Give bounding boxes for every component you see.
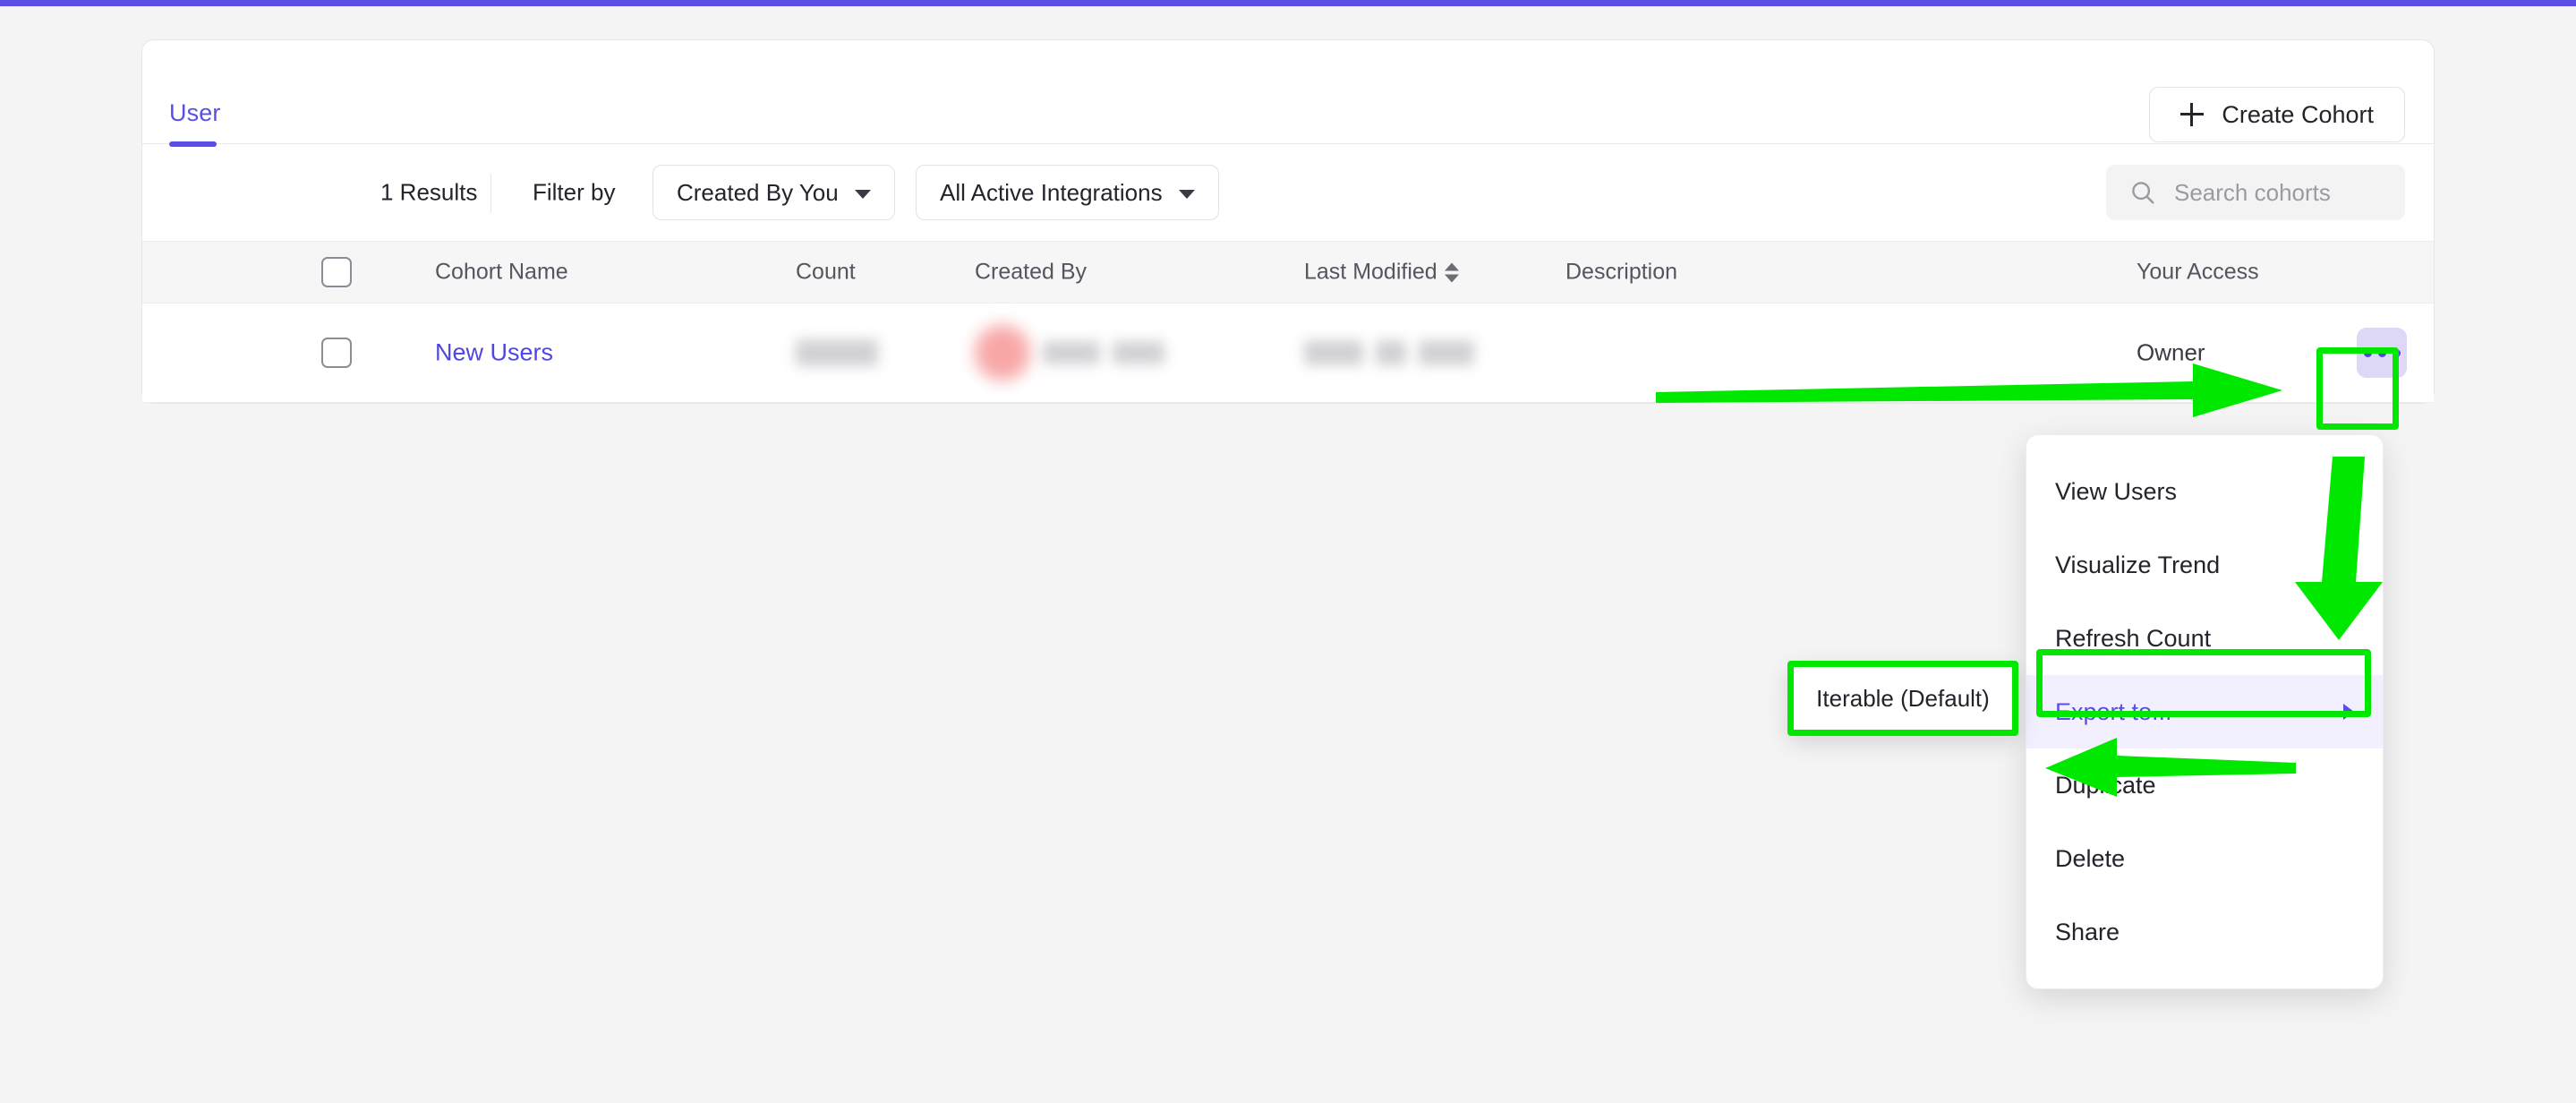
integrations-filter-label: All Active Integrations [940,178,1163,206]
cell-count-redacted [796,339,878,366]
menu-item-export-to-label: Export to... [2055,697,2172,725]
cell-cohort-name: New Users [435,339,553,367]
column-header-last-modified[interactable]: Last Modified [1304,260,1459,286]
ellipsis-icon [2363,348,2372,357]
column-header-description[interactable]: Description [1565,260,1677,286]
redacted-created-by-name [1043,341,1164,364]
chevron-down-icon [854,189,871,199]
filter-divider [490,175,491,212]
menu-item-refresh-count[interactable]: Refresh Count [2026,602,2383,675]
search-icon [2132,182,2154,204]
created-by-filter-label: Created By You [677,178,839,206]
redacted-last-modified-value [1304,340,1363,365]
cohorts-card: User Create Cohort 1 Results Filter by C… [141,39,2435,404]
menu-item-delete[interactable]: Delete [2026,822,2383,895]
create-cohort-button[interactable]: Create Cohort [2149,87,2405,142]
menu-item-view-users-label: View Users [2055,477,2178,505]
select-all-checkbox[interactable] [321,257,352,287]
select-all-checkbox-cell [321,257,352,287]
table-row[interactable]: New Users Owner [142,304,2434,403]
create-cohort-label: Create Cohort [2222,100,2374,128]
cell-last-modified-redacted [1304,340,1474,365]
menu-item-visualize-trend[interactable]: Visualize Trend [2026,528,2383,602]
filter-by-label: Filter by [533,178,616,206]
row-actions-context-menu: View Users Visualize Trend Refresh Count… [2026,434,2384,989]
plus-icon [2180,103,2205,126]
created-by-filter-pill[interactable]: Created By You [653,165,895,220]
menu-item-duplicate[interactable]: Duplicate [2026,748,2383,822]
ellipsis-actions-button[interactable] [2357,328,2407,378]
search-input[interactable]: Search cohorts [2106,165,2405,220]
avatar [975,325,1030,380]
column-header-count[interactable]: Count [796,260,856,286]
cell-your-access: Owner [2137,338,2205,366]
chevron-down-icon [1178,189,1195,199]
menu-item-share[interactable]: Share [2026,895,2383,969]
menu-item-share-label: Share [2055,918,2120,945]
tab-user[interactable]: User [169,99,220,127]
cohort-name-link[interactable]: New Users [435,339,553,366]
redacted-count-value [796,339,878,366]
menu-item-duplicate-label: Duplicate [2055,771,2156,799]
menu-item-visualize-trend-label: Visualize Trend [2055,551,2221,578]
menu-item-delete-label: Delete [2055,844,2126,872]
top-accent-bar [0,0,2576,6]
menu-item-view-users[interactable]: View Users [2026,455,2383,528]
results-count: 1 Results [380,178,478,206]
search-placeholder: Search cohorts [2174,178,2331,206]
column-header-last-modified-label: Last Modified [1304,259,1437,285]
cell-created-by-redacted [975,325,1164,380]
tab-strip: User Create Cohort [142,40,2434,147]
column-header-your-access[interactable]: Your Access [2137,260,2259,286]
row-select-checkbox[interactable] [321,338,352,368]
table-header-row: Cohort Name Count Created By Last Modifi… [142,241,2434,304]
column-header-cohort-name[interactable]: Cohort Name [435,260,568,286]
iterable-default-submenu-item[interactable]: Iterable (Default) [1787,661,2018,736]
chevron-right-icon [2343,704,2354,720]
menu-item-export-to[interactable]: Export to... [2026,675,2383,748]
row-checkbox-cell [321,338,352,368]
column-header-created-by[interactable]: Created By [975,260,1087,286]
integrations-filter-pill[interactable]: All Active Integrations [916,165,1219,220]
filter-bar: 1 Results Filter by Created By You All A… [142,144,2434,241]
menu-item-refresh-count-label: Refresh Count [2055,624,2212,652]
sort-arrows-icon[interactable] [1444,261,1459,285]
